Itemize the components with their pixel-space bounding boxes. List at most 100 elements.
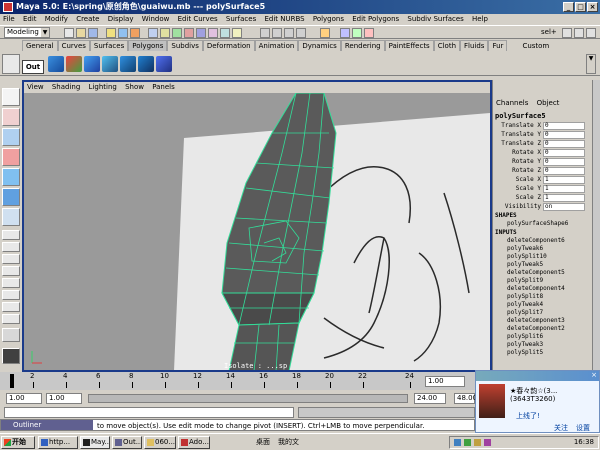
poly-torus-icon[interactable] [138, 56, 154, 72]
menu-create[interactable]: Create [73, 15, 102, 23]
attr-value[interactable]: 0 [543, 131, 585, 139]
mask-handle-icon[interactable] [148, 28, 158, 38]
paint-select-tool-icon[interactable] [2, 128, 20, 146]
render-icon[interactable] [340, 28, 350, 38]
input-node[interactable]: polySplit8 [507, 293, 543, 300]
snap-view-icon[interactable] [296, 28, 306, 38]
outliner-taskbar-label[interactable]: Outliner [1, 420, 93, 430]
close-icon[interactable]: × [591, 371, 597, 379]
attr-value[interactable]: 1 [543, 194, 585, 202]
save-scene-icon[interactable] [88, 28, 98, 38]
input-node[interactable]: polyTweak6 [507, 245, 543, 252]
attr-value[interactable]: 0 [543, 122, 585, 130]
attr-value[interactable]: 1 [543, 185, 585, 193]
shelf-tab-rendering[interactable]: Rendering [340, 40, 385, 51]
tray-network-icon[interactable] [454, 439, 461, 446]
maya-app-icon[interactable] [3, 2, 13, 12]
start-time-field[interactable]: 1.00 [6, 393, 42, 404]
shelf-scroll-down-icon[interactable]: ▼ [586, 54, 596, 74]
shape-node[interactable]: polySurfaceShape6 [507, 220, 568, 227]
rotate-tool-icon[interactable] [2, 168, 20, 186]
qq-settings-link[interactable]: 设置 [576, 423, 590, 433]
select-hierarchy-icon[interactable] [106, 28, 116, 38]
input-node[interactable]: deleteComponent5 [507, 269, 565, 276]
input-node[interactable]: deleteComponent2 [507, 325, 565, 332]
new-scene-icon[interactable] [64, 28, 74, 38]
range-slider-bar[interactable] [88, 394, 408, 403]
attr-value[interactable]: 0 [543, 149, 585, 157]
toggle-tool-settings-icon[interactable] [586, 28, 596, 38]
menu-surfaces[interactable]: Surfaces [223, 15, 259, 23]
end-time-field[interactable]: 48.00 [454, 393, 477, 404]
maximize-button[interactable]: □ [575, 2, 586, 12]
input-node[interactable]: polyTweak3 [507, 341, 543, 348]
snap-point-icon[interactable] [284, 28, 294, 38]
close-button[interactable]: × [587, 2, 598, 12]
mask-dynamic-icon[interactable] [208, 28, 218, 38]
scale-tool-icon[interactable] [2, 188, 20, 206]
poly-extrude-icon[interactable] [156, 56, 172, 72]
mask-surface-icon[interactable] [184, 28, 194, 38]
vp-menu-show[interactable]: Show [122, 83, 147, 91]
mask-curve-icon[interactable] [172, 28, 182, 38]
menu-modify[interactable]: Modify [42, 15, 71, 23]
toggle-attr-editor-icon[interactable] [562, 28, 572, 38]
vp-menu-shading[interactable]: Shading [49, 83, 83, 91]
current-time-marker[interactable] [10, 374, 14, 388]
shelf-tab-general[interactable]: General [22, 40, 58, 51]
taskbar-item-adobe[interactable]: Ado... [178, 436, 210, 449]
layout-top-icon[interactable] [2, 266, 20, 276]
open-scene-icon[interactable] [76, 28, 86, 38]
mask-render-icon[interactable] [220, 28, 230, 38]
menu-edit-nurbs[interactable]: Edit NURBS [261, 15, 307, 23]
current-frame-field[interactable]: 1.00 [425, 376, 465, 387]
poly-cube-icon[interactable] [66, 56, 82, 72]
menu-window[interactable]: Window [139, 15, 173, 23]
menu-edit[interactable]: Edit [20, 15, 40, 23]
tray-qq-icon[interactable] [464, 439, 471, 446]
tray-volume-icon[interactable] [474, 439, 481, 446]
shelf-tab-painteffects[interactable]: PaintEffects [384, 40, 434, 51]
desktop-toolbar-label[interactable]: 桌面 [256, 437, 270, 447]
manipulator-tool-icon[interactable] [2, 208, 20, 226]
shelf-menu-button[interactable] [2, 54, 20, 74]
perspective-viewport[interactable]: View Shading Lighting Show Panels Isolat… [22, 80, 492, 372]
vp-menu-panels[interactable]: Panels [149, 83, 178, 91]
tab-object[interactable]: Object [534, 99, 563, 107]
menu-file[interactable]: File [0, 15, 18, 23]
shelf-out-button[interactable]: Out [22, 60, 44, 74]
command-input[interactable] [4, 407, 294, 418]
tab-channels[interactable]: Channels [493, 99, 531, 107]
taskbar-item-folder[interactable]: 060... [144, 436, 176, 449]
select-tool-icon[interactable] [2, 88, 20, 106]
mode-dropdown[interactable]: Modeling ▼ [4, 27, 50, 38]
shelf-tab-deformation[interactable]: Deformation [202, 40, 255, 51]
attr-value[interactable]: 0 [543, 158, 585, 166]
shelf-tab-dynamics[interactable]: Dynamics [298, 40, 341, 51]
playback-end-field[interactable]: 24.00 [414, 393, 446, 404]
attr-value[interactable]: on [543, 203, 585, 211]
playback-start-field[interactable]: 1.00 [46, 393, 82, 404]
shelf-tab-custom[interactable]: Custom [519, 41, 552, 52]
tray-app-icon[interactable] [484, 439, 491, 446]
toggle-channel-box-icon[interactable] [574, 28, 584, 38]
folder-toolbar-label[interactable]: 我的文 [278, 437, 299, 447]
layout-custom-icon[interactable] [2, 328, 20, 342]
snap-grid-icon[interactable] [260, 28, 270, 38]
attr-value[interactable]: 1 [543, 176, 585, 184]
input-node[interactable]: polyTweak5 [507, 261, 543, 268]
layout-single-icon[interactable] [2, 230, 20, 240]
vp-menu-lighting[interactable]: Lighting [86, 83, 120, 91]
input-node[interactable]: polySplit10 [507, 253, 547, 260]
shelf-tab-cloth[interactable]: Cloth [433, 40, 461, 51]
poly-plane-icon[interactable] [120, 56, 136, 72]
lasso-tool-icon[interactable] [2, 108, 20, 126]
shelf-tab-fur[interactable]: Fur [488, 40, 508, 51]
shelf-tab-fluids[interactable]: Fluids [460, 40, 489, 51]
mask-misc-icon[interactable] [232, 28, 242, 38]
menu-display[interactable]: Display [105, 15, 137, 23]
shelf-tab-subdivs[interactable]: Subdivs [167, 40, 203, 51]
qq-follow-link[interactable]: 关注 [554, 423, 568, 433]
input-node[interactable]: polyTweak4 [507, 301, 543, 308]
poly-cone-icon[interactable] [102, 56, 118, 72]
